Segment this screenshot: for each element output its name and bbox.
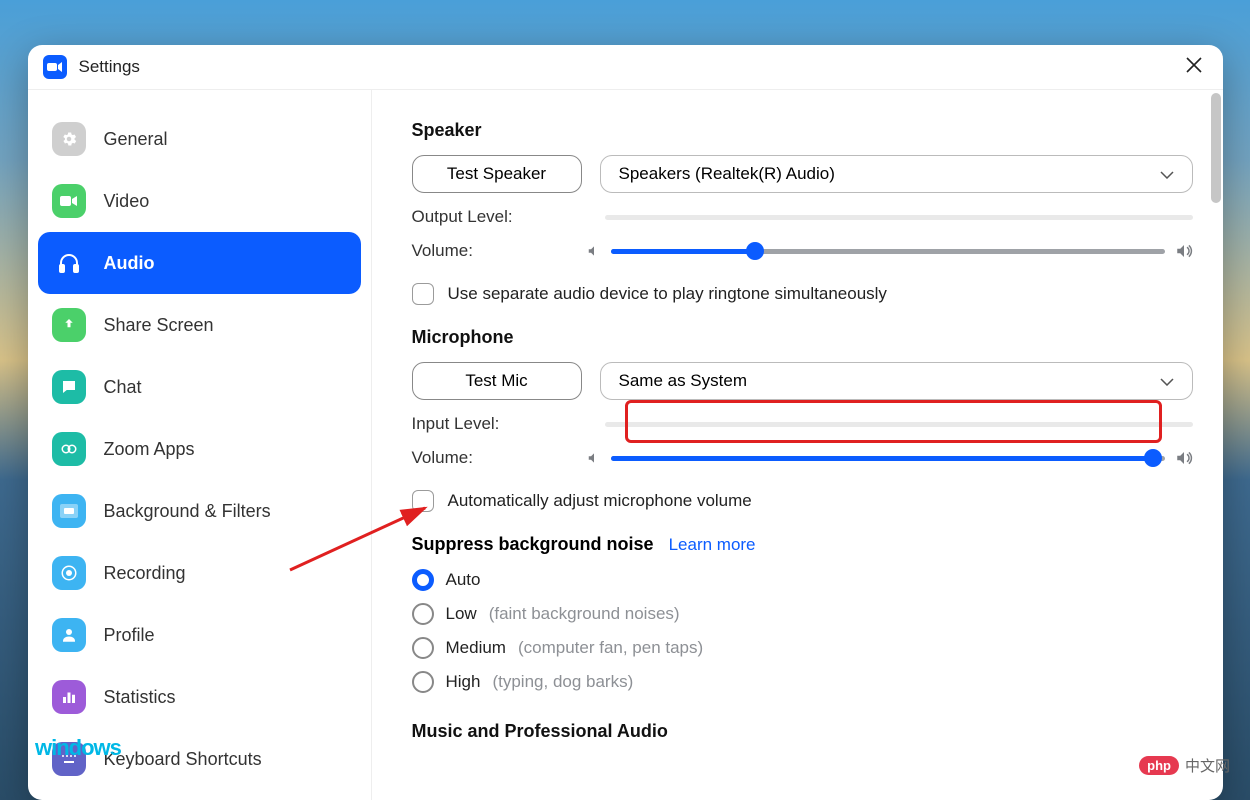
noise-radio-low[interactable] [412, 603, 434, 625]
volume-low-icon [587, 451, 601, 465]
input-level-meter [605, 422, 1193, 427]
radio-label: Auto [446, 570, 481, 590]
chevron-down-icon [1160, 371, 1174, 391]
chevron-down-icon [1160, 164, 1174, 184]
noise-radio-auto[interactable] [412, 569, 434, 591]
output-level-meter [605, 215, 1193, 220]
speaker-device-dropdown[interactable]: Speakers (Realtek(R) Audio) [600, 155, 1193, 193]
radio-hint: (computer fan, pen taps) [518, 638, 703, 658]
volume-high-icon [1175, 242, 1193, 260]
sidebar-item-label: Profile [104, 625, 155, 646]
sidebar-item-background-filters[interactable]: Background & Filters [38, 480, 361, 542]
sidebar-item-label: Background & Filters [104, 501, 271, 522]
music-heading: Music and Professional Audio [412, 721, 1193, 742]
microphone-heading: Microphone [412, 327, 1193, 348]
test-speaker-button[interactable]: Test Speaker [412, 155, 582, 193]
speaker-volume-slider[interactable] [611, 249, 1165, 254]
sidebar-item-general[interactable]: General [38, 108, 361, 170]
scrollbar[interactable] [1211, 90, 1223, 800]
sidebar-item-accessibility[interactable]: Accessibility [38, 790, 361, 800]
profile-icon [52, 618, 86, 652]
sidebar-item-share-screen[interactable]: Share Screen [38, 294, 361, 356]
sidebar-item-chat[interactable]: Chat [38, 356, 361, 418]
sidebar-item-zoom-apps[interactable]: Zoom Apps [38, 418, 361, 480]
settings-window: Settings General Video Audio Share Scree… [28, 45, 1223, 800]
checkbox-label: Automatically adjust microphone volume [448, 491, 752, 511]
watermark-windows: windows [35, 735, 121, 761]
record-icon [52, 556, 86, 590]
close-button[interactable] [1185, 56, 1203, 78]
video-icon [52, 184, 86, 218]
learn-more-link[interactable]: Learn more [669, 535, 756, 554]
sidebar-item-profile[interactable]: Profile [38, 604, 361, 666]
watermark-php: php 中文网 [1139, 755, 1230, 776]
suppress-heading: Suppress background noise Learn more [412, 534, 1193, 555]
speaker-volume-label: Volume: [412, 241, 587, 261]
sidebar-item-label: Chat [104, 377, 142, 398]
speaker-heading: Speaker [412, 120, 1193, 141]
sidebar-item-label: Audio [104, 253, 155, 274]
sidebar-item-video[interactable]: Video [38, 170, 361, 232]
mic-device-dropdown[interactable]: Same as System [600, 362, 1193, 400]
input-level-label: Input Level: [412, 414, 587, 434]
sidebar-item-label: Share Screen [104, 315, 214, 336]
radio-label: Low [446, 604, 477, 624]
titlebar: Settings [28, 45, 1223, 90]
sidebar-item-audio[interactable]: Audio [38, 232, 361, 294]
sidebar-item-label: Zoom Apps [104, 439, 195, 460]
sidebar-item-label: Video [104, 191, 150, 212]
sidebar-item-label: General [104, 129, 168, 150]
sidebar-item-statistics[interactable]: Statistics [38, 666, 361, 728]
radio-label: High [446, 672, 481, 692]
noise-radio-medium[interactable] [412, 637, 434, 659]
zoom-icon [43, 55, 67, 79]
radio-hint: (faint background noises) [489, 604, 680, 624]
sidebar: General Video Audio Share Screen Chat Zo… [28, 90, 372, 800]
sidebar-item-recording[interactable]: Recording [38, 542, 361, 604]
headphones-icon [52, 246, 86, 280]
sidebar-item-label: Keyboard Shortcuts [104, 749, 262, 770]
apps-icon [52, 432, 86, 466]
radio-label: Medium [446, 638, 506, 658]
noise-radio-high[interactable] [412, 671, 434, 693]
auto-adjust-mic-checkbox[interactable] [412, 490, 434, 512]
share-icon [52, 308, 86, 342]
separate-audio-checkbox[interactable] [412, 283, 434, 305]
checkbox-label: Use separate audio device to play ringto… [448, 284, 887, 304]
background-icon [52, 494, 86, 528]
content-audio: Speaker Test Speaker Speakers (Realtek(R… [372, 90, 1223, 800]
mic-volume-slider[interactable] [611, 456, 1165, 461]
window-title: Settings [79, 57, 140, 77]
gear-icon [52, 122, 86, 156]
volume-high-icon [1175, 449, 1193, 467]
sidebar-item-label: Recording [104, 563, 186, 584]
output-level-label: Output Level: [412, 207, 587, 227]
radio-hint: (typing, dog barks) [492, 672, 633, 692]
mic-volume-label: Volume: [412, 448, 587, 468]
volume-low-icon [587, 244, 601, 258]
dropdown-value: Speakers (Realtek(R) Audio) [619, 164, 835, 184]
sidebar-item-label: Statistics [104, 687, 176, 708]
test-mic-button[interactable]: Test Mic [412, 362, 582, 400]
chat-icon [52, 370, 86, 404]
dropdown-value: Same as System [619, 371, 748, 391]
stats-icon [52, 680, 86, 714]
